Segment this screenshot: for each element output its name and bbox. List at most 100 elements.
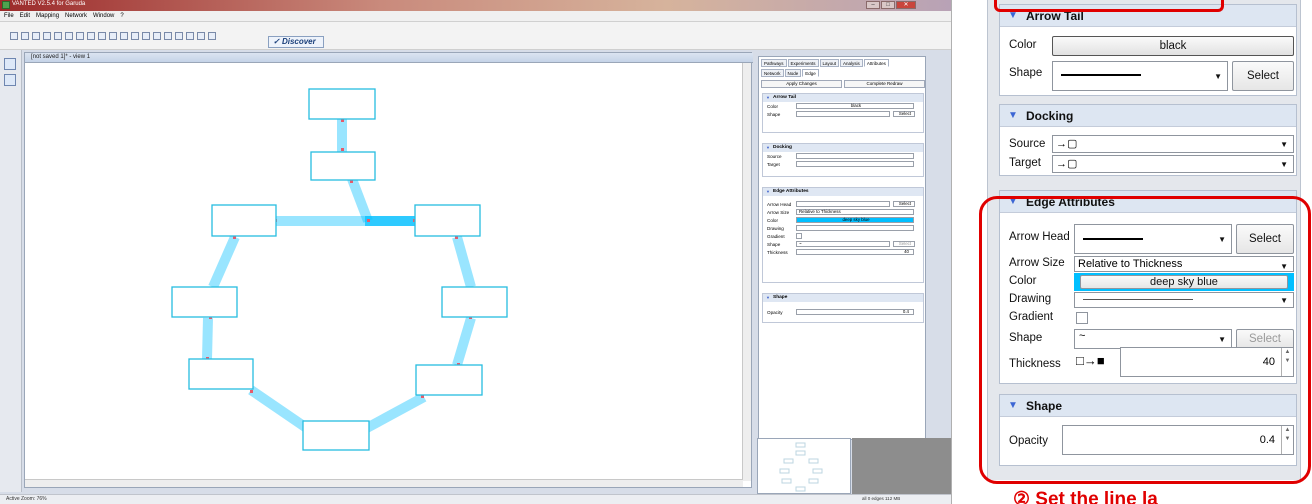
- close-icon[interactable]: ✕: [896, 1, 916, 9]
- discover-label: Discover: [281, 37, 316, 46]
- discover-button[interactable]: ✓ Discover: [268, 36, 324, 48]
- mini-edge-shape-select[interactable]: ~: [796, 241, 890, 247]
- align-icon[interactable]: [175, 32, 183, 40]
- tab-attributes[interactable]: Attributes: [863, 59, 889, 67]
- mini-arrow-tail-color-button[interactable]: black: [796, 103, 914, 109]
- save-icon[interactable]: [32, 32, 40, 40]
- target-select[interactable]: →▢ ▼: [1052, 155, 1294, 173]
- zoom-out-icon[interactable]: [120, 32, 128, 40]
- tab-pathways[interactable]: Pathways: [761, 59, 787, 67]
- mini-arrow-size-select[interactable]: Relative to Thickness: [796, 209, 914, 215]
- mini-edge-attributes-header[interactable]: Edge Attributes: [763, 188, 923, 196]
- layout-icon[interactable]: [186, 32, 194, 40]
- print-icon[interactable]: [197, 32, 205, 40]
- graph-edge[interactable]: [248, 385, 311, 434]
- graph-node[interactable]: [441, 286, 508, 318]
- vanted-window: VANTED V2.5.4 for Garuda – □ ✕ File Edit…: [0, 0, 952, 504]
- mini-arrow-head-select-button[interactable]: Select: [893, 201, 915, 207]
- docking-header[interactable]: ▼ Docking: [1000, 105, 1296, 127]
- subtab-node[interactable]: Node: [784, 69, 802, 77]
- mini-edge-shape-label: Shape: [767, 241, 781, 247]
- mini-arrow-head-select[interactable]: [796, 201, 890, 207]
- graph-edge[interactable]: [208, 234, 240, 290]
- mini-arrow-tail-shape-select[interactable]: [796, 111, 890, 117]
- arrow-tail-color-button[interactable]: black: [1052, 36, 1294, 56]
- graph-edge[interactable]: [202, 317, 213, 360]
- menu-network[interactable]: Network: [65, 13, 87, 19]
- new-file-icon[interactable]: [10, 32, 18, 40]
- edit-tool-icon[interactable]: [164, 32, 172, 40]
- paste-icon[interactable]: [76, 32, 84, 40]
- app-icon: [2, 1, 10, 9]
- mini-arrow-size-label: Arrow Size: [767, 209, 790, 215]
- arrow-tail-shape-label: Shape: [1009, 67, 1043, 79]
- menu-window[interactable]: Window: [93, 13, 114, 19]
- graph-edge[interactable]: [452, 235, 476, 289]
- mini-thickness-input[interactable]: 40: [796, 249, 914, 255]
- subtab-network[interactable]: Network: [761, 69, 784, 77]
- graph-node[interactable]: [302, 420, 370, 451]
- menu-edit[interactable]: Edit: [20, 13, 30, 19]
- menu-help[interactable]: ?: [120, 13, 123, 19]
- graph-node[interactable]: [211, 204, 277, 237]
- mini-arrow-size-row: Arrow Size Relative to Thickness: [763, 208, 923, 216]
- source-select[interactable]: →▢ ▼: [1052, 135, 1294, 153]
- mini-drawing-label: Drawing: [767, 225, 784, 231]
- mini-target-select[interactable]: [796, 161, 914, 167]
- graph-node[interactable]: [171, 286, 238, 318]
- mini-edge-shape-select-button[interactable]: Select: [893, 241, 915, 247]
- complete-redraw-button[interactable]: Complete Redraw: [844, 80, 925, 88]
- mini-opacity-label: Opacity: [767, 309, 783, 315]
- redo-icon[interactable]: [98, 32, 106, 40]
- graph-canvas[interactable]: [25, 63, 743, 481]
- mini-opacity-input[interactable]: 0.4: [796, 309, 914, 315]
- graph-node[interactable]: [415, 364, 483, 396]
- mini-source-row: Source: [763, 152, 923, 160]
- save-all-icon[interactable]: [43, 32, 51, 40]
- menu-file[interactable]: File: [4, 13, 14, 19]
- minimize-icon[interactable]: –: [866, 1, 880, 9]
- graph-node[interactable]: [188, 358, 254, 390]
- mini-drawing-select[interactable]: [796, 225, 914, 231]
- docking-arrow-icon: →▢: [1056, 138, 1078, 150]
- graph-edge[interactable]: [452, 316, 476, 367]
- tab-layout[interactable]: Layout: [819, 59, 840, 67]
- graph-node[interactable]: [414, 204, 481, 237]
- tab-analysis[interactable]: Analysis: [840, 59, 863, 67]
- overview-minimap[interactable]: [757, 438, 851, 494]
- graph-edge[interactable]: [347, 177, 373, 223]
- horizontal-scrollbar[interactable]: [25, 479, 743, 487]
- select-tool-icon[interactable]: [153, 32, 161, 40]
- mini-arrow-tail-select-button[interactable]: Select: [893, 111, 915, 117]
- graph-node[interactable]: [308, 88, 376, 120]
- pointer-tool-icon[interactable]: [4, 74, 16, 86]
- undo-icon[interactable]: [87, 32, 95, 40]
- arrow-tail-select-button[interactable]: Select: [1232, 61, 1294, 91]
- edge-marker: [250, 390, 253, 393]
- subtab-edge[interactable]: Edge: [802, 69, 819, 77]
- apply-changes-button[interactable]: Apply Changes: [761, 80, 842, 88]
- maximize-icon[interactable]: □: [881, 1, 895, 9]
- mini-source-select[interactable]: [796, 153, 914, 159]
- cut-icon[interactable]: [54, 32, 62, 40]
- graph-edge[interactable]: [362, 392, 427, 434]
- export-icon[interactable]: [208, 32, 216, 40]
- vertical-scrollbar[interactable]: [742, 63, 751, 481]
- collapse-triangle-icon: ▼: [1008, 110, 1018, 121]
- mini-arrow-tail-header[interactable]: Arrow Tail: [763, 94, 923, 102]
- tab-experiments[interactable]: Experiments: [787, 59, 819, 67]
- mini-shape-header[interactable]: Shape: [763, 294, 923, 302]
- mini-edge-color-button[interactable]: deep sky blue: [796, 217, 914, 223]
- mini-docking-header[interactable]: Docking: [763, 144, 923, 152]
- open-icon[interactable]: [21, 32, 29, 40]
- mini-gradient-checkbox[interactable]: [796, 233, 802, 239]
- arrow-tail-shape-select[interactable]: ▼: [1052, 61, 1228, 91]
- copy-icon[interactable]: [65, 32, 73, 40]
- zoom-in-icon[interactable]: [109, 32, 117, 40]
- mini-arrow-tail-section: Arrow Tail Color black Shape Select: [762, 93, 924, 133]
- zoom-reset-icon[interactable]: [142, 32, 150, 40]
- node-tool-icon[interactable]: [4, 58, 16, 70]
- graph-node[interactable]: [310, 151, 376, 181]
- menu-mapping[interactable]: Mapping: [36, 13, 59, 19]
- zoom-fit-icon[interactable]: [131, 32, 139, 40]
